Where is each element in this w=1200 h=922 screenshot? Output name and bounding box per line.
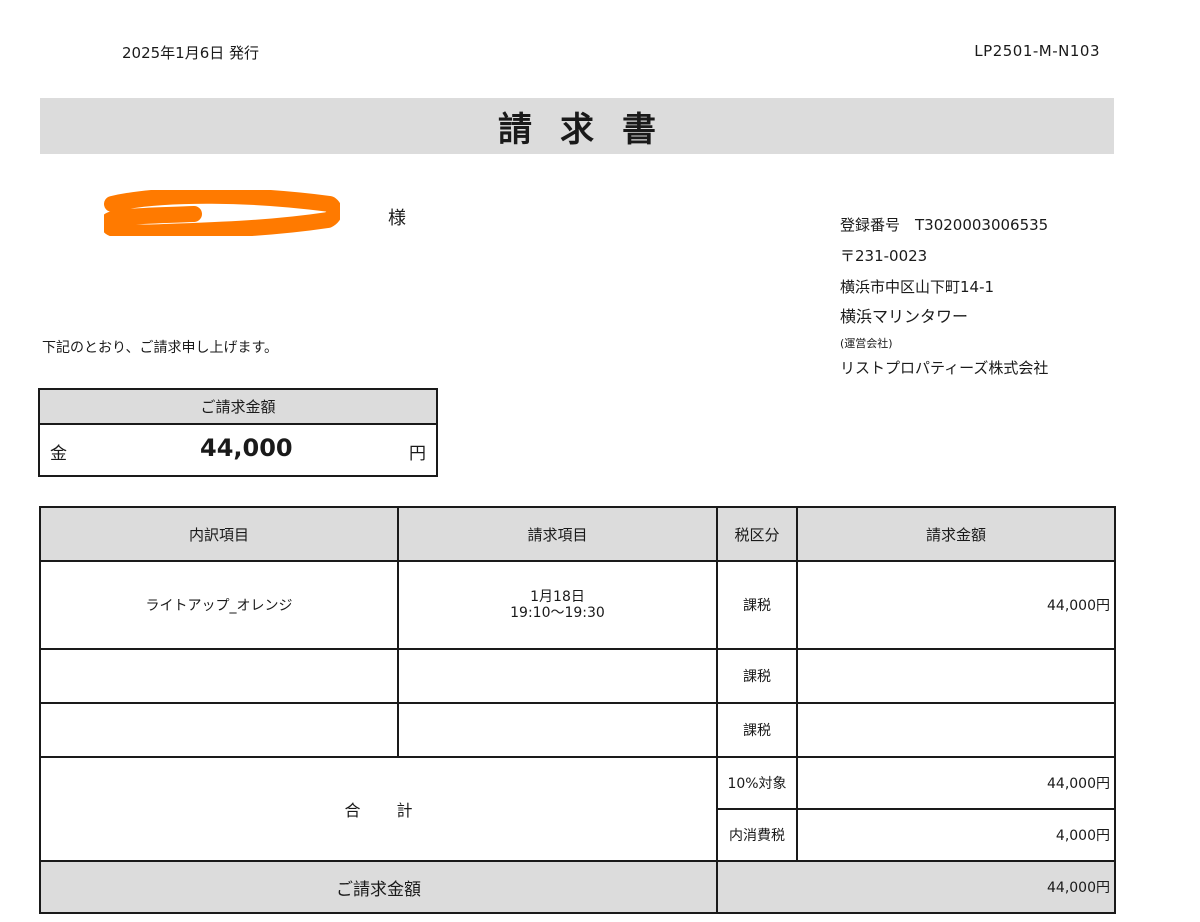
issuer-address: 横浜市中区山下町14-1 [840, 278, 995, 296]
total-label-cell: 合計 [39, 756, 718, 862]
amount-cell: 44,000円 [796, 560, 1116, 650]
table-header-row: 内訳項目 請求項目 税区分 請求金額 [39, 506, 1116, 562]
final-amount-label: ご請求金額 [336, 879, 421, 900]
table-row: 課税 [39, 702, 1116, 758]
column-header-tax: 税区分 [716, 506, 798, 562]
detail-cell [397, 648, 718, 704]
operator-label: (運営会社) [840, 337, 893, 350]
tax-cell: 課税 [716, 702, 798, 758]
title-bar: 請求書 [40, 98, 1114, 154]
column-header-detail: 請求項目 [397, 506, 718, 562]
tax-cell: 課税 [716, 648, 798, 704]
invoice-table: 内訳項目 請求項目 税区分 請求金額 ライトアップ_オレンジ 1月18日 19:… [39, 506, 1116, 914]
intro-text: 下記のとおり、ご請求申し上げます。 [42, 340, 279, 356]
billing-amount-value: 44,000 [200, 434, 293, 462]
consumption-tax-label: 内消費税 [716, 808, 798, 862]
billing-amount-header: ご請求金額 [40, 390, 436, 425]
total-label: 合計 [344, 801, 449, 820]
issuer-building: 横浜マリンタワー [840, 307, 969, 326]
consumption-tax-amount: 4,000円 [796, 808, 1116, 862]
amount-cell [796, 702, 1116, 758]
issuer-company: リストプロパティーズ株式会社 [840, 359, 1049, 377]
tax-cell: 課税 [716, 560, 798, 650]
recipient-honorific: 様 [388, 208, 406, 229]
amount-cell [796, 648, 1116, 704]
item-cell: ライトアップ_オレンジ [39, 560, 399, 650]
document-number: LP2501-M-N103 [974, 42, 1100, 60]
billing-amount-row: 金 44,000 円 [40, 425, 436, 475]
final-label-cell: ご請求金額 [39, 860, 718, 914]
detail-date: 1月18日 [530, 589, 585, 605]
detail-cell: 1月18日 19:10〜19:30 [397, 560, 718, 650]
billing-amount-box: ご請求金額 金 44,000 円 [38, 388, 438, 477]
redaction-mark [104, 190, 340, 236]
detail-cell [397, 702, 718, 758]
table-row: 課税 [39, 648, 1116, 704]
registration-number: 登録番号 T3020003006535 [840, 216, 1049, 234]
issue-date: 2025年1月6日 発行 [122, 44, 260, 62]
postal-code: 〒231-0023 [840, 247, 928, 265]
table-row: ライトアップ_オレンジ 1月18日 19:10〜19:30 課税 44,000円 [39, 560, 1116, 650]
final-amount-row: ご請求金額 44,000円 [39, 860, 1116, 914]
final-amount-value: 44,000円 [716, 860, 1116, 914]
column-header-amount: 請求金額 [796, 506, 1116, 562]
subtotal-row-taxable: 合計 10%対象 44,000円 [39, 756, 1116, 862]
page-title: 請求書 [498, 109, 684, 150]
item-cell [39, 648, 399, 704]
amount-prefix: 金 [50, 444, 67, 464]
subtotal-label: 10%対象 [716, 756, 798, 810]
amount-unit: 円 [409, 444, 426, 464]
subtotal-amount: 44,000円 [796, 756, 1116, 810]
detail-time: 19:10〜19:30 [510, 605, 605, 621]
item-cell [39, 702, 399, 758]
redaction-stroke [104, 190, 340, 236]
column-header-item: 内訳項目 [39, 506, 399, 562]
